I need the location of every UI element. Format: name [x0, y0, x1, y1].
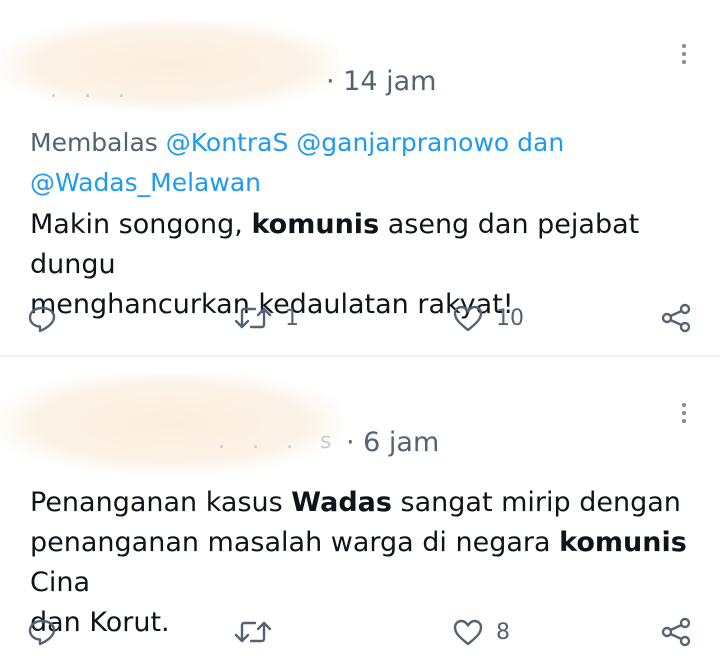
mention-link[interactable]: @ganjarpranowo: [296, 128, 509, 157]
mention-link[interactable]: @Wadas_Melawan: [30, 168, 261, 197]
text-segment: penanganan masalah warga di negara: [30, 527, 560, 558]
retweet-icon: [234, 621, 272, 643]
text-segment: Penanganan kasus: [30, 487, 292, 518]
redacted-handle-fragment: . . . s: [218, 429, 342, 454]
reply-icon: [28, 306, 56, 333]
share-icon: [661, 303, 691, 333]
reply-button[interactable]: [27, 618, 69, 646]
tweet-text: Penanganan kasus Wadas sangat mirip deng…: [30, 483, 690, 643]
text-segment: Cina: [30, 567, 91, 598]
text-segment: Makin songong,: [30, 209, 252, 240]
reply-button[interactable]: [27, 305, 69, 333]
like-count: 10: [496, 305, 524, 331]
mention-link[interactable]: @KontraS: [166, 128, 289, 157]
tweet-text: Makin songong, komunis aseng dan pejabat…: [30, 205, 690, 325]
more-vertical-icon[interactable]: [680, 403, 688, 423]
redacted-user-header: [0, 373, 340, 473]
reply-prefix: Membalas: [30, 128, 158, 157]
tweet-2[interactable]: . . . s · 6 jam Penanganan kasus Wadas s…: [0, 357, 720, 664]
retweet-icon: [234, 307, 272, 329]
text-bold-segment: Wadas: [291, 487, 392, 518]
retweet-button[interactable]: [233, 619, 285, 645]
share-button[interactable]: [660, 617, 692, 647]
share-button[interactable]: [660, 303, 692, 333]
heart-icon: [453, 305, 483, 332]
reply-icon: [28, 619, 56, 646]
retweet-button[interactable]: 1: [233, 305, 299, 331]
retweet-count: 1: [285, 305, 299, 331]
redacted-handle-fragment: . . .: [50, 78, 135, 103]
like-button[interactable]: 10: [452, 304, 524, 332]
more-vertical-icon[interactable]: [680, 44, 688, 64]
text-segment: sangat mirip dengan: [391, 487, 681, 518]
tweet-1[interactable]: . . . · 14 jam Membalas @KontraS @ganjar…: [0, 0, 720, 356]
heart-icon: [453, 619, 483, 646]
mention-joiner: dan: [517, 128, 565, 157]
tweet-time[interactable]: · 6 jam: [346, 427, 439, 458]
like-button[interactable]: 8: [452, 618, 510, 646]
tweet-time[interactable]: · 14 jam: [326, 66, 436, 97]
replying-to: Membalas @KontraS @ganjarpranowo dan @Wa…: [30, 123, 670, 203]
share-icon: [661, 617, 691, 647]
text-bold-segment: komunis: [559, 527, 687, 558]
like-count: 8: [496, 619, 510, 645]
text-bold-segment: komunis: [251, 209, 380, 240]
